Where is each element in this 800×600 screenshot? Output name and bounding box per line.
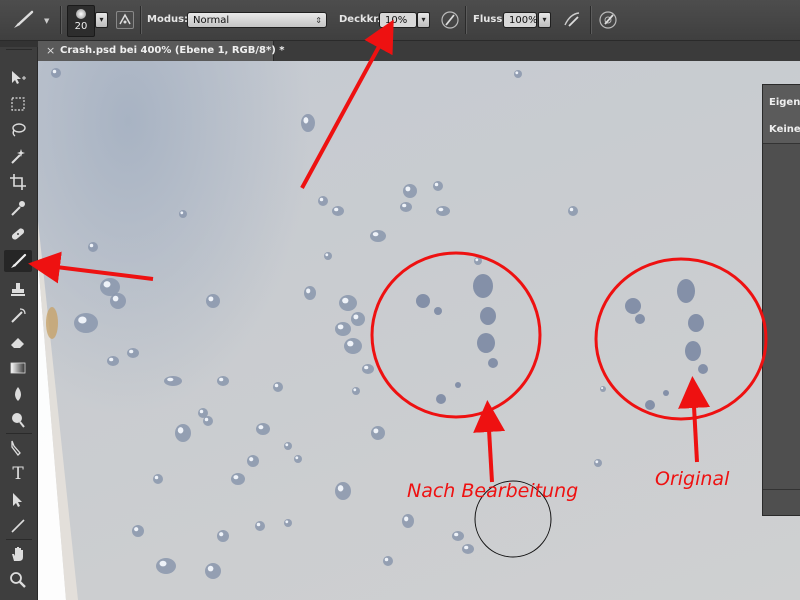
after-edit-circle [370,251,542,419]
arrow-to-original-circle [678,376,711,463]
arrow-to-after-circle [473,400,506,483]
original-label: Original [655,468,730,490]
annotation-overlay [28,19,768,558]
after-edit-label: Nach Bearbeitung [407,480,579,502]
arrow-to-brush-tool [28,251,154,284]
original-circle [594,257,768,421]
arrow-to-opacity [300,19,394,189]
